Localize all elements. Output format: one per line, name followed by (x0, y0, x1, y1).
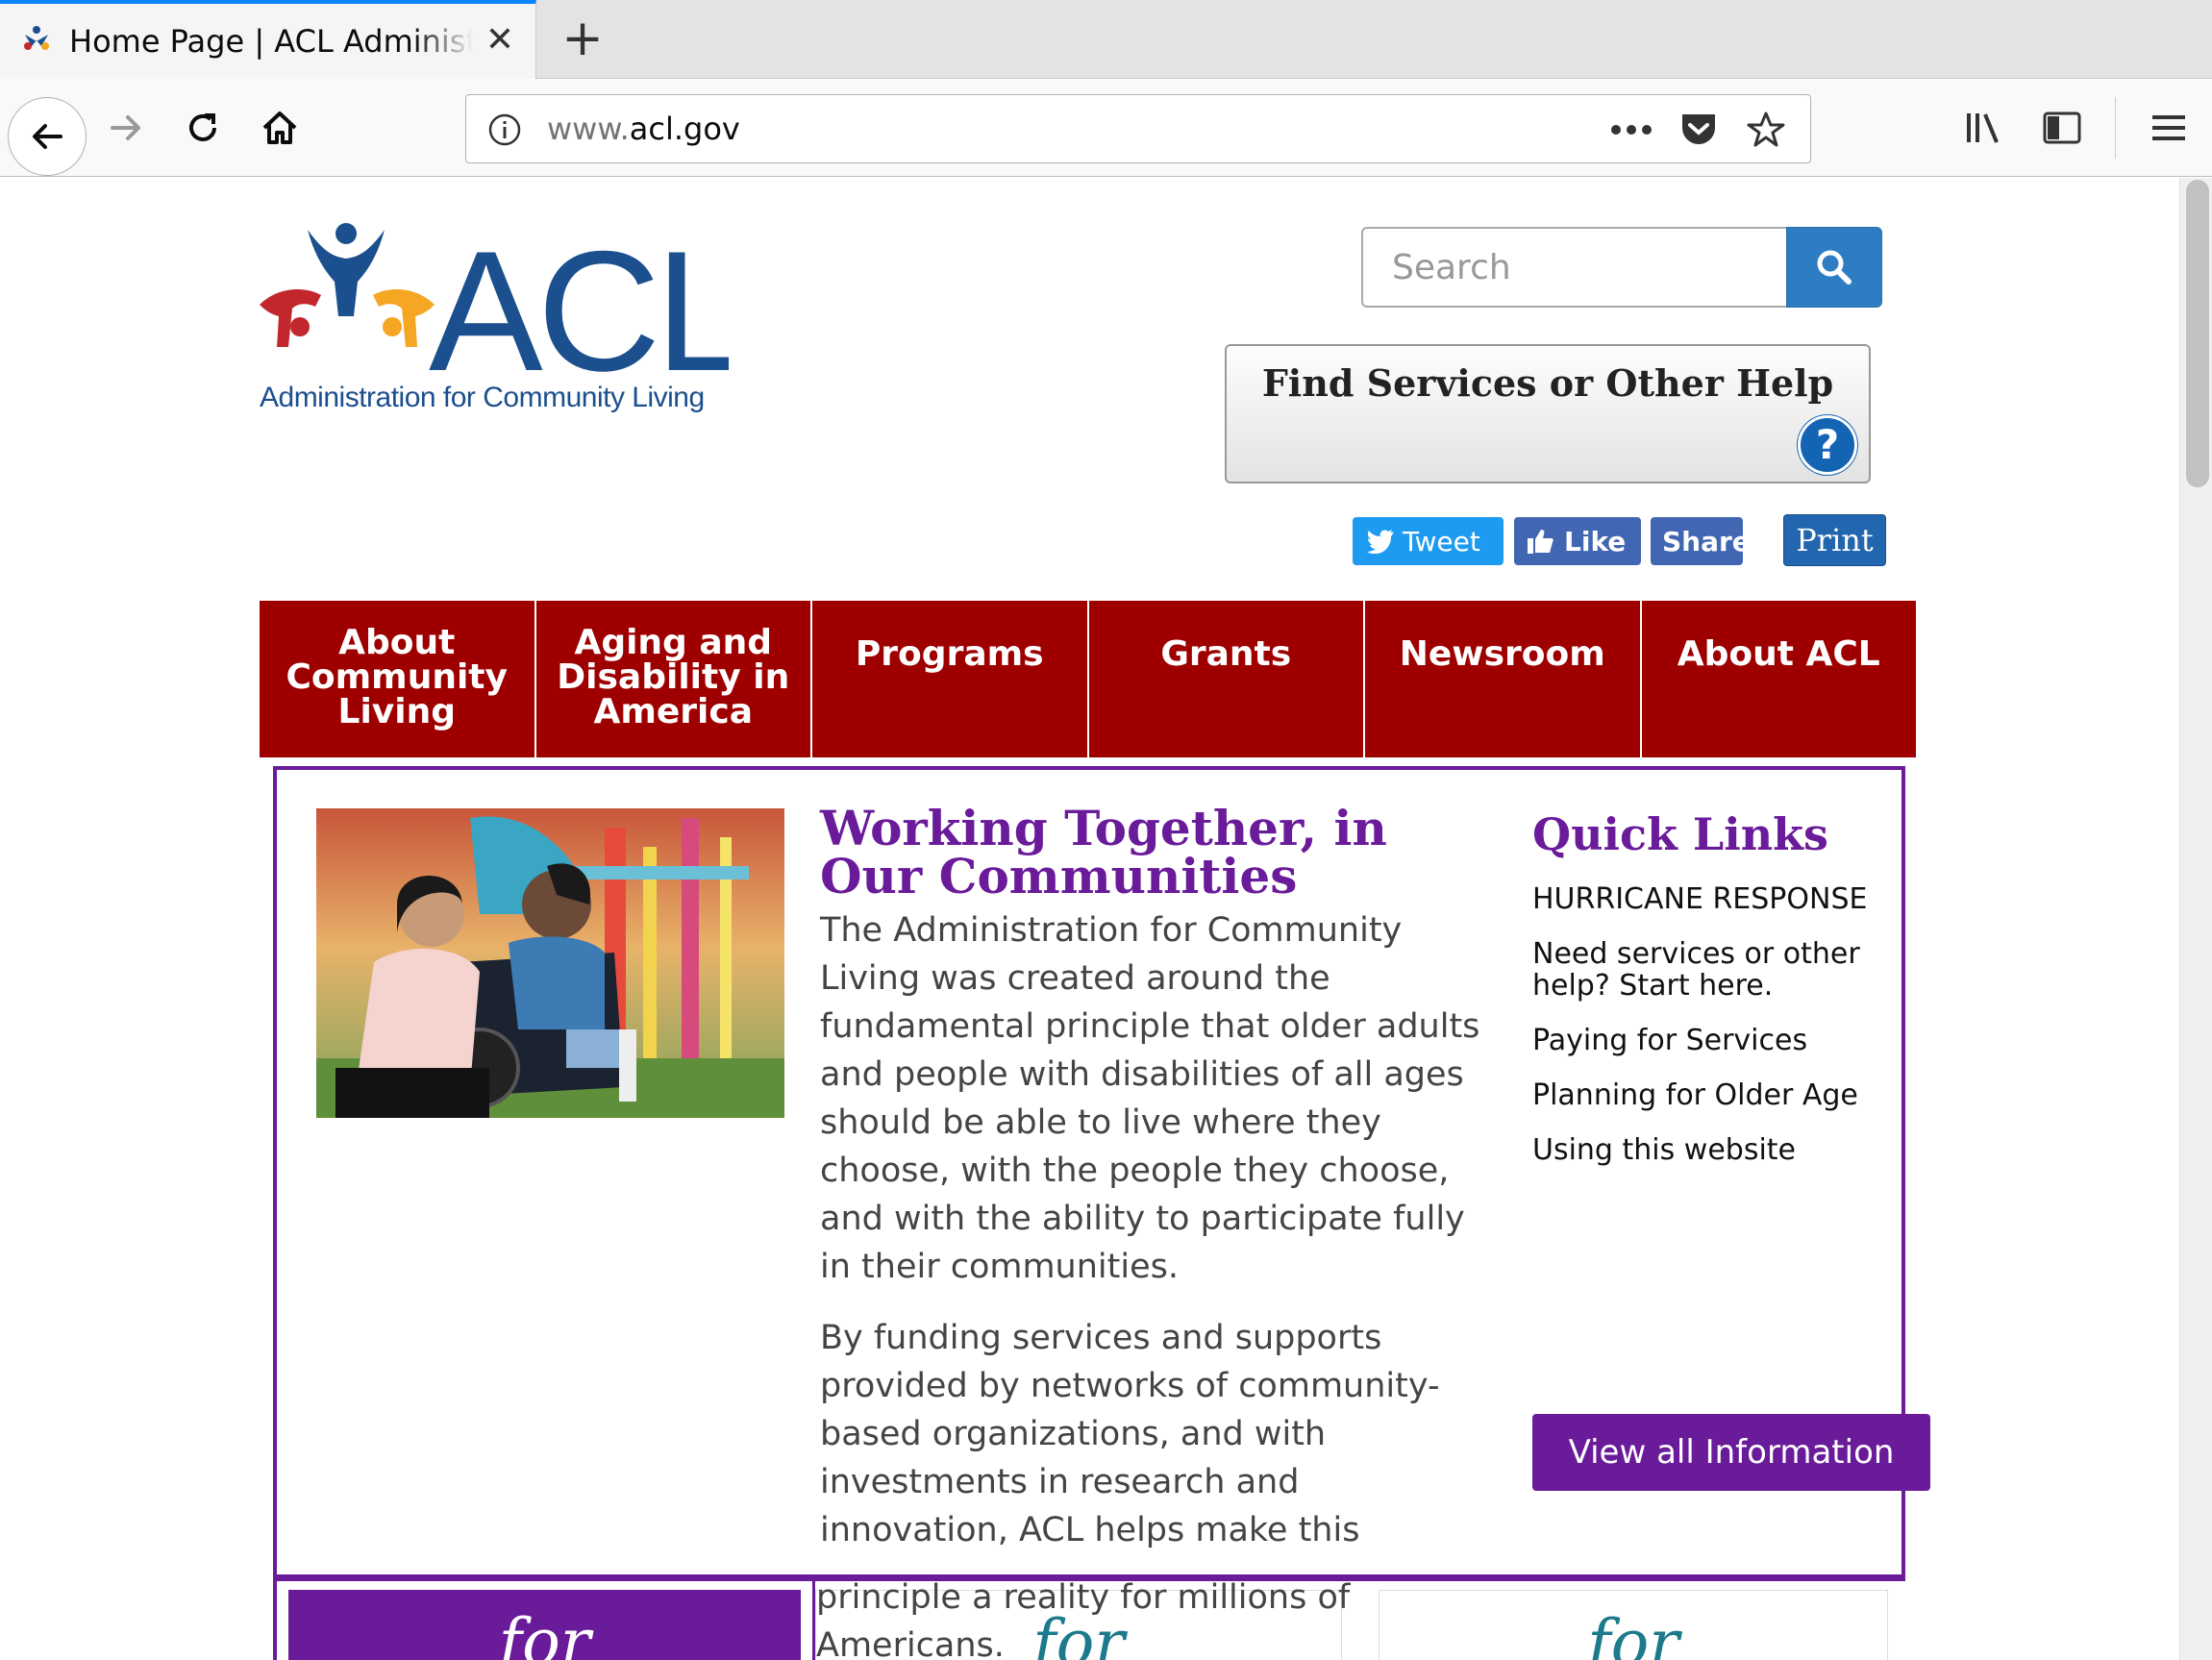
page-viewport: ACL Administration for Community Living … (0, 178, 2179, 1660)
acl-logo[interactable]: ACL Administration for Community Living (258, 215, 751, 413)
search-icon (1817, 250, 1852, 285)
tab-title: Home Page | ACL Administration for Commu… (69, 23, 473, 60)
main-navigation: About Community Living Aging and Disabil… (260, 601, 1916, 757)
content-headline: Working Together, in Our Communities (820, 800, 1387, 904)
share-label: Share (1662, 525, 1743, 557)
toolbar-separator (2115, 97, 2116, 159)
quick-link-planning[interactable]: Planning for Older Age (1532, 1079, 1888, 1111)
featured-content-box: Working Together, in Our Communities The… (273, 766, 1930, 1578)
nav-aging-and-disability[interactable]: Aging and Disability in America (536, 601, 812, 757)
nav-about-acl[interactable]: About ACL (1642, 601, 1917, 757)
tweet-button[interactable]: Tweet (1353, 517, 1504, 565)
back-button[interactable] (8, 97, 87, 176)
close-tab-icon[interactable]: ✕ (485, 21, 514, 60)
quick-link-hurricane[interactable]: HURRICANE RESPONSE (1532, 883, 1888, 915)
find-services-button[interactable]: Find Services or Other Help ? (1225, 344, 1871, 483)
bookmark-star-icon[interactable] (1743, 109, 1789, 151)
home-button[interactable] (250, 98, 310, 158)
nav-programs[interactable]: Programs (812, 601, 1089, 757)
nav-newsroom[interactable]: Newsroom (1365, 601, 1642, 757)
help-icon: ? (1798, 415, 1857, 475)
sidebar-icon[interactable] (2038, 104, 2086, 152)
quick-link-using-website[interactable]: Using this website (1532, 1134, 1888, 1166)
acl-logo-graphic: ACL (260, 215, 751, 407)
tab-bar: Home Page | ACL Administration for Commu… (0, 0, 2212, 79)
new-tab-icon[interactable]: + (556, 12, 609, 65)
nav-grants[interactable]: Grants (1089, 601, 1365, 757)
twitter-bird-icon (1367, 530, 1394, 554)
quick-link-need-services[interactable]: Need services or other help? Start here. (1532, 938, 1888, 1002)
quick-link-paying[interactable]: Paying for Services (1532, 1025, 1888, 1056)
content-paragraph: By funding services and supports provide… (820, 1319, 1440, 1549)
page-scrollbar[interactable] (2179, 178, 2212, 1660)
pocket-icon[interactable] (1676, 109, 1722, 151)
site-info-icon[interactable] (487, 112, 522, 147)
overflowing-paragraph-text: principle a reality for millions of Amer… (816, 1578, 1351, 1660)
address-bar[interactable]: www.acl.gov (465, 94, 1811, 163)
like-label: Like (1564, 525, 1627, 557)
quick-links-title: Quick Links (1532, 808, 1828, 860)
reload-button[interactable] (173, 98, 233, 158)
url-prefix: www. (547, 111, 630, 147)
view-all-information-button[interactable]: View all Information (1532, 1414, 1930, 1491)
search-input[interactable] (1363, 229, 1786, 306)
hero-photo (316, 808, 784, 1118)
nav-about-community-living[interactable]: About Community Living (260, 601, 536, 757)
facebook-like-button[interactable]: Like (1514, 517, 1641, 565)
arrow-left-icon (33, 124, 62, 149)
acl-favicon-icon (17, 22, 56, 61)
reload-icon (189, 113, 216, 141)
content-paragraph: The Administration for Community Living … (820, 911, 1480, 1286)
feature-card[interactable]: for (288, 1590, 801, 1660)
print-label: Print (1796, 522, 1874, 558)
content-body: The Administration for Community Living … (820, 906, 1483, 1577)
scrollbar-thumb[interactable] (2186, 180, 2209, 487)
search-button[interactable] (1786, 227, 1882, 308)
arrow-right-icon (111, 115, 140, 140)
logo-subtitle: Administration for Community Living (260, 382, 705, 413)
forward-button[interactable] (96, 98, 156, 158)
thumbs-up-icon (1528, 530, 1553, 554)
library-icon[interactable] (1961, 104, 2009, 152)
logo-wordmark: ACL (429, 220, 729, 384)
quick-links-list: HURRICANE RESPONSE Need services or othe… (1532, 883, 1888, 1189)
search-field[interactable] (1361, 227, 1786, 308)
find-services-label: Find Services or Other Help (1261, 361, 1834, 405)
url-domain: acl.gov (629, 111, 740, 147)
print-button[interactable]: Print (1783, 514, 1886, 566)
navigation-toolbar: www.acl.gov (0, 79, 2212, 177)
hamburger-menu-icon[interactable] (2145, 104, 2193, 152)
url-text[interactable]: www.acl.gov (547, 111, 740, 147)
facebook-share-button[interactable]: Share (1651, 517, 1743, 565)
home-icon (262, 111, 297, 144)
tweet-label: Tweet (1403, 525, 1480, 557)
page-actions-icon[interactable] (1608, 109, 1654, 151)
browser-tab[interactable]: Home Page | ACL Administration for Commu… (0, 0, 536, 79)
